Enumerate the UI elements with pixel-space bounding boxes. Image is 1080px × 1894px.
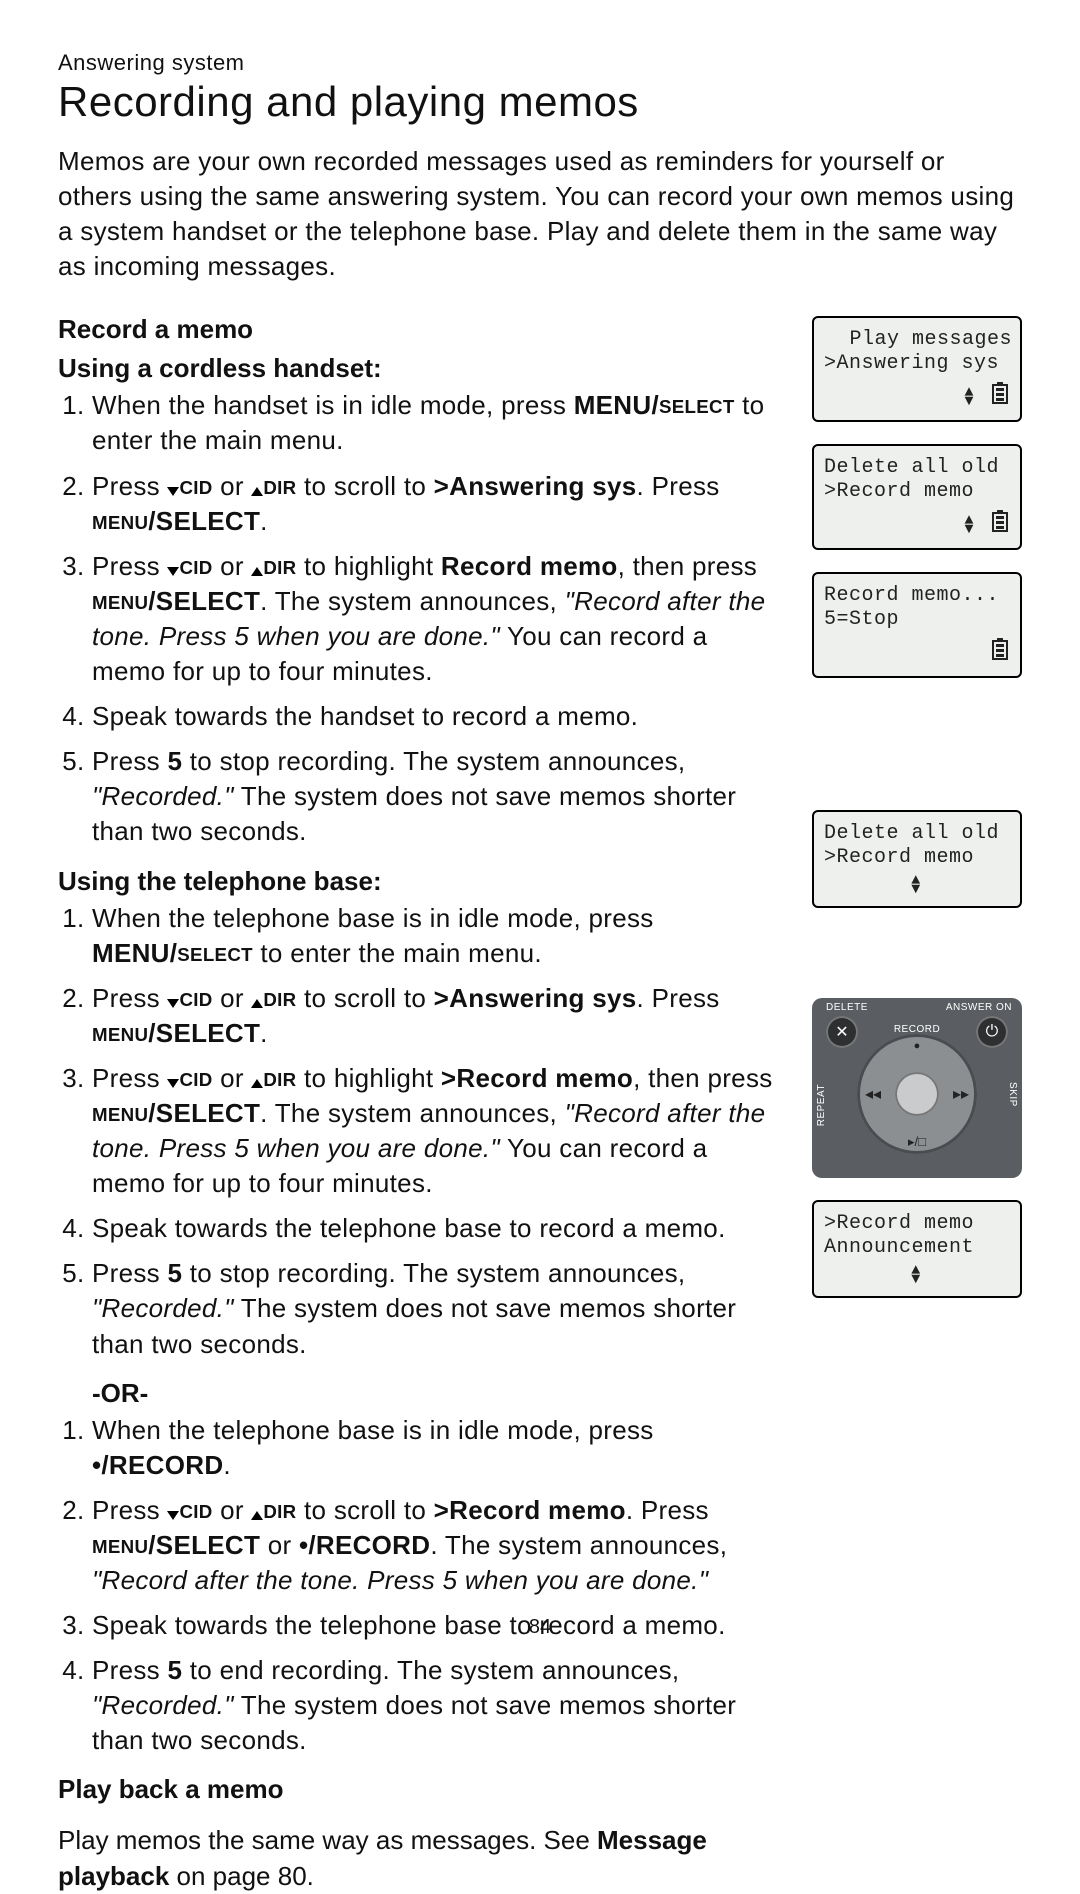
record-dot-icon: ● <box>857 1040 977 1052</box>
heading-using-base: Using the telephone base: <box>58 866 788 897</box>
rewind-icon: ◂◂ <box>865 1084 881 1104</box>
up-triangle-icon <box>251 1511 263 1520</box>
playback-note: Play memos the same way as messages. See… <box>58 1823 788 1893</box>
jog-wheel[interactable]: ● ◂◂ ▸▸ ▸/□ <box>857 1034 977 1154</box>
heading-using-handset: Using a cordless handset: <box>58 353 788 384</box>
steps-base: When the telephone base is in idle mode,… <box>58 901 788 1362</box>
base-step-2: Press CID or DIR to scroll to >Answering… <box>92 981 788 1051</box>
label-answer-on: ANSWER ON <box>946 1002 1012 1013</box>
base-step-3: Press CID or DIR to highlight >Record me… <box>92 1061 788 1201</box>
updown-icon: ▲▼ <box>964 388 974 406</box>
updown-icon: ▲▼ <box>964 516 974 534</box>
wheel-center-button[interactable] <box>895 1072 939 1116</box>
side-column: Play messages >Answering sys ▲▼ Delete a… <box>812 306 1022 1893</box>
alt-step-1: When the telephone base is in idle mode,… <box>92 1413 788 1483</box>
lcd-recording: Record memo... 5=Stop <box>812 572 1022 678</box>
battery-icon <box>992 638 1008 668</box>
handset-step-5: Press 5 to stop recording. The system an… <box>92 744 788 849</box>
base-step-4: Speak towards the telephone base to reco… <box>92 1211 788 1246</box>
main-column: Record a memo Using a cordless handset: … <box>58 306 788 1893</box>
handset-step-3: Press CID or DIR to highlight Record mem… <box>92 549 788 689</box>
lcd-base-record-announce: >Record memo Announcement ▲▼ <box>812 1200 1022 1298</box>
updown-icon: ▲▼ <box>911 876 921 894</box>
up-triangle-icon <box>251 1079 263 1088</box>
lcd-base-delete-record: Delete all old >Record memo ▲▼ <box>812 810 1022 908</box>
handset-step-2: Press CID or DIR to scroll to >Answering… <box>92 469 788 539</box>
label-delete: DELETE <box>826 1002 868 1013</box>
playstop-icon: ▸/□ <box>857 1134 977 1150</box>
ffwd-icon: ▸▸ <box>953 1084 969 1104</box>
lcd-play-messages: Play messages >Answering sys ▲▼ <box>812 316 1022 422</box>
battery-icon <box>992 382 1008 412</box>
or-divider: -OR- <box>92 1378 788 1409</box>
handset-step-4: Speak towards the handset to record a me… <box>92 699 788 734</box>
down-triangle-icon <box>167 999 179 1008</box>
steps-base-alt: When the telephone base is in idle mode,… <box>58 1413 788 1759</box>
base-step-1: When the telephone base is in idle mode,… <box>92 901 788 971</box>
alt-step-2: Press CID or DIR to scroll to >Record me… <box>92 1493 788 1598</box>
base-step-5: Press 5 to stop recording. The system an… <box>92 1256 788 1361</box>
heading-playback: Play back a memo <box>58 1774 788 1805</box>
down-triangle-icon <box>167 1079 179 1088</box>
intro-paragraph: Memos are your own recorded messages use… <box>58 144 1022 284</box>
page-number: 84 <box>0 1616 1080 1639</box>
up-triangle-icon <box>251 999 263 1008</box>
down-triangle-icon <box>167 487 179 496</box>
alt-step-4: Press 5 to end recording. The system ann… <box>92 1653 788 1758</box>
steps-handset: When the handset is in idle mode, press … <box>58 388 788 849</box>
up-triangle-icon <box>251 487 263 496</box>
label-repeat: REPEAT <box>816 1084 827 1126</box>
section-label: Answering system <box>58 50 1022 76</box>
base-control-pad: DELETE ANSWER ON ✕ ⏻ RECORD REPEAT SKIP … <box>812 998 1022 1178</box>
handset-step-1: When the handset is in idle mode, press … <box>92 388 788 458</box>
battery-icon <box>992 510 1008 540</box>
lcd-delete-record: Delete all old >Record memo ▲▼ <box>812 444 1022 550</box>
page-title: Recording and playing memos <box>58 78 1022 126</box>
updown-icon: ▲▼ <box>911 1266 921 1284</box>
heading-record-memo: Record a memo <box>58 314 788 345</box>
label-skip: SKIP <box>1007 1082 1018 1107</box>
up-triangle-icon <box>251 567 263 576</box>
down-triangle-icon <box>167 1511 179 1520</box>
down-triangle-icon <box>167 567 179 576</box>
